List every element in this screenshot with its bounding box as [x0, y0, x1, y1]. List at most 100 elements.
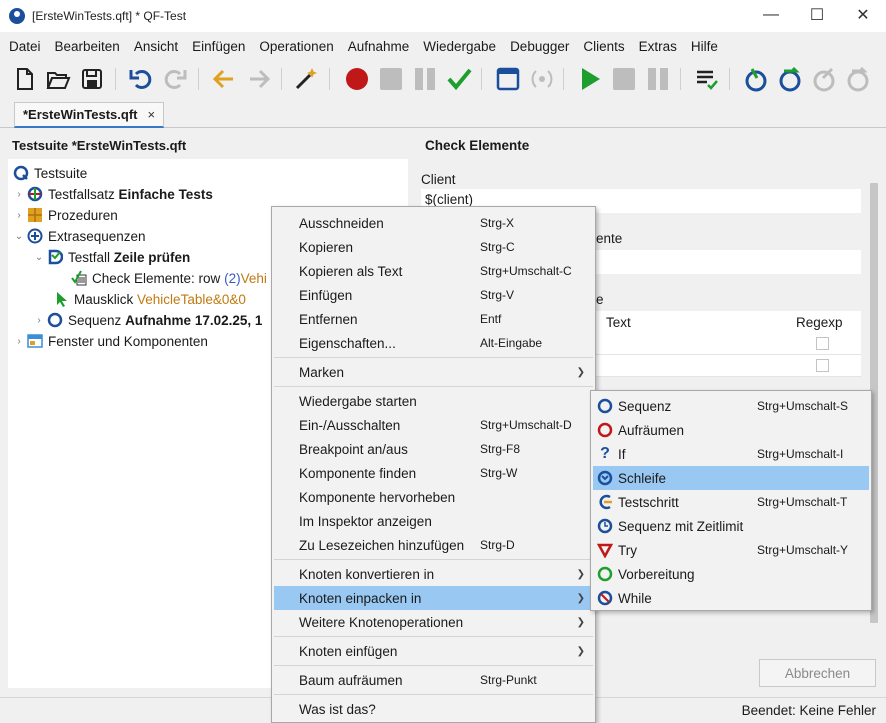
- save-button[interactable]: [78, 65, 106, 93]
- menu-item-breakpoint[interactable]: Breakpoint an/aus Strg-F8: [274, 437, 593, 461]
- component-button[interactable]: [528, 65, 556, 93]
- run-log-button[interactable]: [693, 65, 721, 93]
- menu-item-insert-node[interactable]: Knoten einfügen ❯: [274, 639, 593, 663]
- submenu-item-cleanup[interactable]: Aufräumen: [593, 418, 869, 442]
- maximize-button[interactable]: ☐: [794, 0, 840, 30]
- tree-node-testset[interactable]: › Testfallsatz Einfache Tests: [12, 184, 213, 204]
- expand-arrow-icon[interactable]: ›: [32, 315, 46, 326]
- procedures-icon: [26, 207, 43, 224]
- col-text-header[interactable]: Text: [606, 315, 631, 330]
- undo-button[interactable]: [127, 65, 155, 93]
- menu-ansicht[interactable]: Ansicht: [127, 39, 185, 54]
- step-in-button[interactable]: [742, 65, 770, 93]
- redo-button[interactable]: [161, 65, 189, 93]
- collapse-arrow-icon[interactable]: ⌄: [32, 252, 46, 263]
- menu-item-bookmark[interactable]: Zu Lesezeichen hinzufügen Strg-D: [274, 533, 593, 557]
- stop-record-button[interactable]: [377, 65, 405, 93]
- menu-wiedergabe[interactable]: Wiedergabe: [416, 39, 503, 54]
- menu-item-label: Knoten einfügen: [299, 643, 398, 659]
- forward-button[interactable]: [245, 65, 273, 93]
- pause-play-button[interactable]: [644, 65, 672, 93]
- menu-extras[interactable]: Extras: [632, 39, 684, 54]
- window-button[interactable]: [494, 65, 522, 93]
- menu-bearbeiten[interactable]: Bearbeiten: [48, 39, 127, 54]
- menu-item-label: Im Inspektor anzeigen: [299, 513, 432, 529]
- menu-item-toggle[interactable]: Ein-/Ausschalten Strg+Umschalt-D: [274, 413, 593, 437]
- cancel-button[interactable]: Abbrechen: [759, 659, 876, 687]
- close-tab-icon[interactable]: ×: [148, 107, 156, 122]
- submenu-item-loop[interactable]: Schleife: [593, 466, 869, 490]
- regexp-checkbox[interactable]: [816, 359, 829, 372]
- menu-einfuegen[interactable]: Einfügen: [185, 39, 252, 54]
- menu-item-copy-text[interactable]: Kopieren als Text Strg+Umschalt-C: [274, 259, 593, 283]
- regexp-checkbox[interactable]: [816, 337, 829, 350]
- table-row[interactable]: [596, 333, 861, 355]
- play-icon: [582, 68, 600, 90]
- stop-play-button[interactable]: [610, 65, 638, 93]
- table-row[interactable]: [596, 355, 861, 377]
- component-field[interactable]: [596, 250, 861, 274]
- submenu-item-if[interactable]: ? If Strg+Umschalt-I: [593, 442, 869, 466]
- close-window-button[interactable]: ✕: [840, 0, 886, 30]
- menu-hilfe[interactable]: Hilfe: [684, 39, 725, 54]
- menu-item-label: Sequenz mit Zeitlimit: [618, 518, 744, 534]
- open-file-button[interactable]: [44, 65, 72, 93]
- tree-node-extras[interactable]: ⌄ Extrasequenzen: [12, 226, 146, 246]
- menu-datei[interactable]: Datei: [2, 39, 48, 54]
- wizard-button[interactable]: [292, 65, 320, 93]
- record-button[interactable]: [343, 65, 371, 93]
- menu-item-more-node-ops[interactable]: Weitere Knotenoperationen ❯: [274, 610, 593, 634]
- tree-node-sequence[interactable]: › Sequenz Aufnahme 17.02.25, 1: [32, 310, 262, 330]
- menu-aufnahme[interactable]: Aufnahme: [341, 39, 417, 54]
- menu-item-start-replay[interactable]: Wiedergabe starten: [274, 389, 593, 413]
- tree-node-procedures[interactable]: › Prozeduren: [12, 205, 117, 225]
- menu-item-marks[interactable]: Marken ❯: [274, 360, 593, 384]
- menu-item-delete[interactable]: Entfernen Entf: [274, 307, 593, 331]
- submenu-item-try[interactable]: Try Strg+Umschalt-Y: [593, 538, 869, 562]
- submenu-item-setup[interactable]: Vorbereitung: [593, 562, 869, 586]
- collapse-arrow-icon[interactable]: ⌄: [12, 231, 26, 242]
- submenu-item-sequence[interactable]: Sequenz Strg+Umschalt-S: [593, 394, 869, 418]
- submenu-arrow-icon: ❯: [576, 592, 585, 604]
- menu-item-cleanup-tree[interactable]: Baum aufräumen Strg-Punkt: [274, 668, 593, 692]
- tree-node-testsuite[interactable]: Testsuite: [12, 163, 87, 183]
- menu-item-what-is-this[interactable]: Was ist das?: [274, 697, 593, 721]
- expand-arrow-icon[interactable]: ›: [12, 210, 26, 221]
- menu-item-properties[interactable]: Eigenschaften... Alt-Eingabe: [274, 331, 593, 355]
- menu-item-inspector[interactable]: Im Inspektor anzeigen: [274, 509, 593, 533]
- while-icon: [597, 590, 613, 606]
- step-out-button[interactable]: [810, 65, 838, 93]
- continue-button[interactable]: [844, 65, 872, 93]
- tab-ersteWinTests[interactable]: *ErsteWinTests.qft ×: [14, 102, 165, 128]
- step-over-button[interactable]: [776, 65, 804, 93]
- col-regexp-header[interactable]: Regexp: [796, 315, 843, 330]
- expand-arrow-icon[interactable]: ›: [12, 336, 26, 347]
- menu-item-label: Eigenschaften...: [299, 335, 396, 351]
- tree-node-testcase[interactable]: ⌄ Testfall Zeile prüfen: [32, 247, 191, 267]
- pause-record-button[interactable]: [411, 65, 439, 93]
- tree-node-mouseclick[interactable]: Mausklick VehicleTable&0&0: [52, 289, 246, 309]
- minimize-button[interactable]: —: [748, 0, 794, 30]
- menu-item-shortcut: Strg-D: [480, 538, 515, 552]
- new-file-button[interactable]: [11, 65, 39, 93]
- submenu-item-timed-sequence[interactable]: Sequenz mit Zeitlimit: [593, 514, 869, 538]
- play-button[interactable]: [576, 65, 604, 93]
- menu-debugger[interactable]: Debugger: [503, 39, 576, 54]
- menu-item-highlight-component[interactable]: Komponente hervorheben: [274, 485, 593, 509]
- tree-node-check[interactable]: Check Elemente: row (2) Vehi: [70, 268, 267, 288]
- menu-item-label: Marken: [299, 364, 345, 380]
- menu-item-wrap-node[interactable]: Knoten einpacken in ❯: [274, 586, 593, 610]
- expand-arrow-icon[interactable]: ›: [12, 189, 26, 200]
- menu-item-cut[interactable]: Ausschneiden Strg-X: [274, 211, 593, 235]
- back-button[interactable]: [210, 65, 238, 93]
- menu-item-copy[interactable]: Kopieren Strg-C: [274, 235, 593, 259]
- menu-item-find-component[interactable]: Komponente finden Strg-W: [274, 461, 593, 485]
- check-button[interactable]: [445, 65, 473, 93]
- menu-clients[interactable]: Clients: [576, 39, 631, 54]
- menu-item-paste[interactable]: Einfügen Strg-V: [274, 283, 593, 307]
- menu-operationen[interactable]: Operationen: [252, 39, 340, 54]
- menu-item-convert-node[interactable]: Knoten konvertieren in ❯: [274, 562, 593, 586]
- tree-node-windows[interactable]: › Fenster und Komponenten: [12, 331, 208, 351]
- submenu-item-while[interactable]: While: [593, 586, 869, 610]
- submenu-item-teststep[interactable]: Testschritt Strg+Umschalt-T: [593, 490, 869, 514]
